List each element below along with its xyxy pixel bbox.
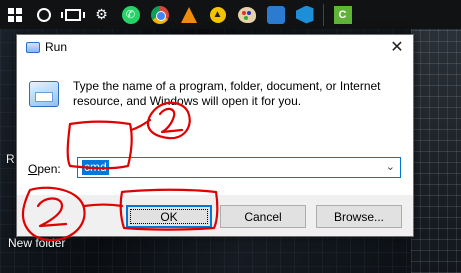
open-input-value[interactable]: cmd (82, 160, 109, 175)
dialog-title: Run (45, 40, 68, 54)
open-label-accelerator: O (28, 162, 38, 176)
visual-studio-icon[interactable] (290, 0, 319, 29)
chevron-down-icon[interactable]: ⌄ (386, 160, 395, 173)
cancel-button[interactable]: Cancel (220, 205, 306, 228)
desktop-label-partial: R (6, 152, 15, 166)
cortana-icon[interactable] (29, 0, 58, 29)
dialog-description: Type the name of a program, folder, docu… (73, 79, 381, 108)
ok-button-label: OK (160, 209, 178, 224)
paint-icon[interactable] (232, 0, 261, 29)
dialog-footer: OK Cancel Browse... (17, 195, 413, 236)
ok-button[interactable]: OK (126, 205, 212, 228)
open-input-combobox[interactable]: cmd ⌄ (77, 157, 401, 178)
run-titlebar[interactable]: Run ✕ (17, 35, 413, 59)
desktop-icon-new-folder[interactable]: New folder (8, 236, 65, 250)
taskbar: ⚙ ✆ ▲ C (0, 0, 461, 29)
yellow-app-icon[interactable]: ▲ (203, 0, 232, 29)
green-app-icon[interactable]: C (328, 0, 357, 29)
task-view-icon[interactable] (58, 0, 87, 29)
windows-start-icon[interactable] (0, 0, 29, 29)
browse-button[interactable]: Browse... (316, 205, 402, 228)
wallpaper-building (411, 29, 461, 273)
close-button[interactable]: ✕ (381, 35, 413, 59)
chrome-icon[interactable] (145, 0, 174, 29)
run-dialog: Run ✕ Type the name of a program, folder… (16, 34, 414, 237)
whatsapp-icon[interactable]: ✆ (116, 0, 145, 29)
open-label: Open: (28, 162, 61, 176)
vlc-icon[interactable] (174, 0, 203, 29)
taskbar-separator (323, 3, 324, 26)
dialog-content: Type the name of a program, folder, docu… (17, 59, 413, 195)
run-window-icon (26, 41, 40, 53)
blue-app-icon[interactable] (261, 0, 290, 29)
open-label-rest: pen: (37, 162, 61, 176)
run-program-icon (29, 81, 59, 107)
settings-gear-icon[interactable]: ⚙ (87, 0, 116, 29)
